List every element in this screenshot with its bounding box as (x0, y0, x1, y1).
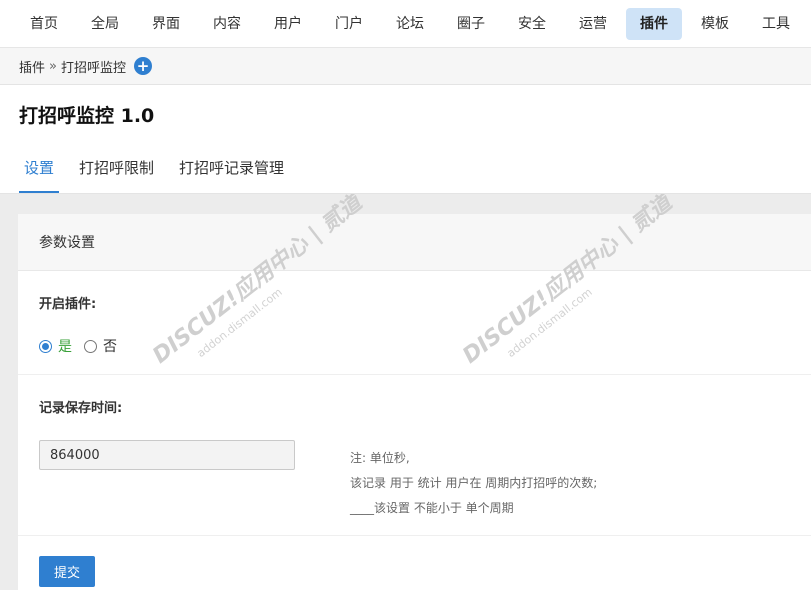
nav-item-interface[interactable]: 界面 (138, 8, 194, 40)
hint-line-3: ____该设置 不能小于 单个周期 (350, 501, 514, 515)
breadcrumb-current: 打招呼监控 (60, 60, 126, 76)
nav-item-users[interactable]: 用户 (260, 8, 316, 40)
tab-settings[interactable]: 设置 (19, 157, 60, 193)
enable-plugin-radio-group: 是 否 (39, 312, 790, 374)
breadcrumb-separator: » (49, 58, 57, 74)
submit-button[interactable]: 提交 (39, 556, 95, 587)
enable-plugin-section: 开启插件: 是 否 (18, 271, 811, 375)
nav-item-portal[interactable]: 门户 (321, 8, 377, 40)
record-time-input[interactable] (39, 440, 295, 470)
radio-no[interactable] (84, 339, 97, 353)
tab-bar: 设置 打招呼限制 打招呼记录管理 (0, 135, 811, 194)
nav-item-tools[interactable]: 工具 (748, 8, 804, 40)
hint-line-2: 该记录 用于 统计 用户在 周期内打招呼的次数; (350, 476, 598, 490)
nav-item-operations[interactable]: 运营 (565, 8, 621, 40)
submit-row: 提交 (18, 536, 811, 590)
nav-item-home[interactable]: 首页 (16, 8, 72, 40)
tab-greeting-records[interactable]: 打招呼记录管理 (174, 157, 289, 193)
enable-plugin-label: 开启插件: (39, 297, 97, 312)
settings-panel: 参数设置 开启插件: 是 否 记录保存时间: 注: 单位秒, 该记录 用于 统计… (18, 214, 811, 590)
radio-yes[interactable] (39, 339, 52, 353)
page-title: 打招呼监控 1.0 (19, 105, 155, 127)
nav-item-plugins[interactable]: 插件 (626, 7, 682, 40)
nav-item-content[interactable]: 内容 (199, 8, 255, 40)
nav-item-global[interactable]: 全局 (77, 8, 133, 40)
content-area: 参数设置 开启插件: 是 否 记录保存时间: 注: 单位秒, 该记录 用于 统计… (0, 194, 811, 590)
tab-greeting-limits[interactable]: 打招呼限制 (74, 157, 159, 193)
top-navigation: 首页 全局 界面 内容 用户 门户 论坛 圈子 安全 运营 插件 模板 工具 (0, 0, 811, 48)
nav-item-forum[interactable]: 论坛 (382, 8, 438, 40)
breadcrumb: 插件 » 打招呼监控 + (0, 48, 811, 85)
nav-item-group[interactable]: 圈子 (443, 8, 499, 40)
breadcrumb-parent[interactable]: 插件 (19, 57, 45, 76)
radio-no-label[interactable]: 否 (103, 336, 117, 356)
add-shortcut-icon[interactable]: + (134, 57, 152, 75)
hint-line-1: 注: 单位秒, (350, 451, 410, 465)
panel-heading: 参数设置 (18, 214, 811, 271)
record-time-section: 记录保存时间: 注: 单位秒, 该记录 用于 统计 用户在 周期内打招呼的次数;… (18, 375, 811, 536)
radio-yes-label[interactable]: 是 (58, 336, 72, 356)
nav-item-templates[interactable]: 模板 (687, 8, 743, 40)
record-time-hint: 注: 单位秒, 该记录 用于 统计 用户在 周期内打招呼的次数; ____该设置… (350, 446, 597, 521)
nav-item-security[interactable]: 安全 (504, 8, 560, 40)
record-time-label: 记录保存时间: (39, 401, 123, 416)
